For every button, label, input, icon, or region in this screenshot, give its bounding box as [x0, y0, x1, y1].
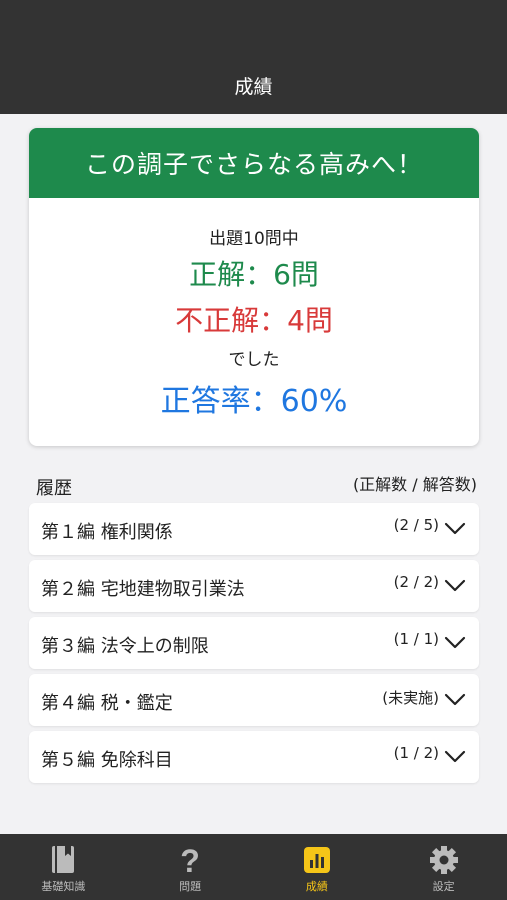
history-item-score: (1 / 1) — [393, 630, 439, 648]
tab-label: 成績 — [305, 880, 328, 893]
history-item-title: 第３編 法令上の制限 — [41, 636, 209, 657]
tab-label: 設定 — [432, 880, 455, 893]
history-item-3[interactable]: 第３編 法令上の制限 (1 / 1) — [29, 617, 479, 669]
history-item-score: (2 / 5) — [393, 516, 439, 534]
result-deshita: でした — [228, 350, 280, 370]
page-title: 成績 — [234, 76, 273, 98]
history-item-score: (1 / 2) — [393, 744, 439, 762]
history-label: 履歴 — [36, 478, 72, 499]
book-icon — [52, 846, 75, 873]
svg-text:?: ? — [180, 844, 200, 876]
result-correct: 正解：6問 — [189, 258, 319, 291]
chevron-down-icon[interactable] — [444, 693, 466, 707]
result-total: 出題10問中 — [209, 229, 299, 249]
tab-basics[interactable]: 基礎知識 — [0, 834, 127, 900]
history-sub-label: (正解数 / 解答数) — [352, 475, 477, 494]
app-header: 成績 — [0, 0, 507, 114]
result-body: 出題10問中 正解：6問 不正解：4問 でした 正答率：60% — [29, 224, 479, 420]
tab-questions[interactable]: ? 問題 — [127, 834, 254, 900]
gear-icon — [429, 846, 458, 874]
chevron-down-icon[interactable] — [444, 522, 466, 536]
history-item-title: 第４編 税・鑑定 — [41, 693, 173, 714]
history-list: 第１編 権利関係 (2 / 5) 第２編 宅地建物取引業法 (2 / 2) 第３… — [29, 503, 479, 788]
history-item-score: (2 / 2) — [393, 573, 439, 591]
chevron-down-icon[interactable] — [444, 750, 466, 764]
chevron-down-icon[interactable] — [444, 579, 466, 593]
history-item-title: 第２編 宅地建物取引業法 — [41, 579, 245, 600]
result-banner-text: この調子でさらなる高みへ！ — [84, 150, 423, 179]
result-rate: 正答率：60% — [160, 384, 348, 419]
history-item-title: 第１編 権利関係 — [41, 522, 173, 543]
question-icon: ? — [180, 844, 200, 876]
tab-label: 基礎知識 — [41, 880, 86, 893]
chevron-down-icon[interactable] — [444, 636, 466, 650]
history-item-4[interactable]: 第４編 税・鑑定 (未実施) — [29, 674, 479, 726]
result-banner: この調子でさらなる高みへ！ — [29, 128, 479, 198]
result-incorrect: 不正解：4問 — [175, 304, 333, 337]
history-item-5[interactable]: 第５編 免除科目 (1 / 2) — [29, 731, 479, 783]
tab-bar: 基礎知識 ? 問題 成績 設定 — [0, 834, 507, 900]
history-item-2[interactable]: 第２編 宅地建物取引業法 (2 / 2) — [29, 560, 479, 612]
tab-results[interactable]: 成績 — [254, 834, 381, 900]
history-item-1[interactable]: 第１編 権利関係 (2 / 5) — [29, 503, 479, 555]
history-item-score: (未実施) — [382, 689, 439, 707]
tab-label: 問題 — [179, 880, 202, 893]
chart-icon — [303, 847, 330, 873]
tab-settings[interactable]: 設定 — [380, 834, 507, 900]
result-card: この調子でさらなる高みへ！ 出題10問中 正解：6問 不正解：4問 でした 正答… — [29, 128, 479, 446]
history-item-title: 第５編 免除科目 — [41, 750, 173, 771]
